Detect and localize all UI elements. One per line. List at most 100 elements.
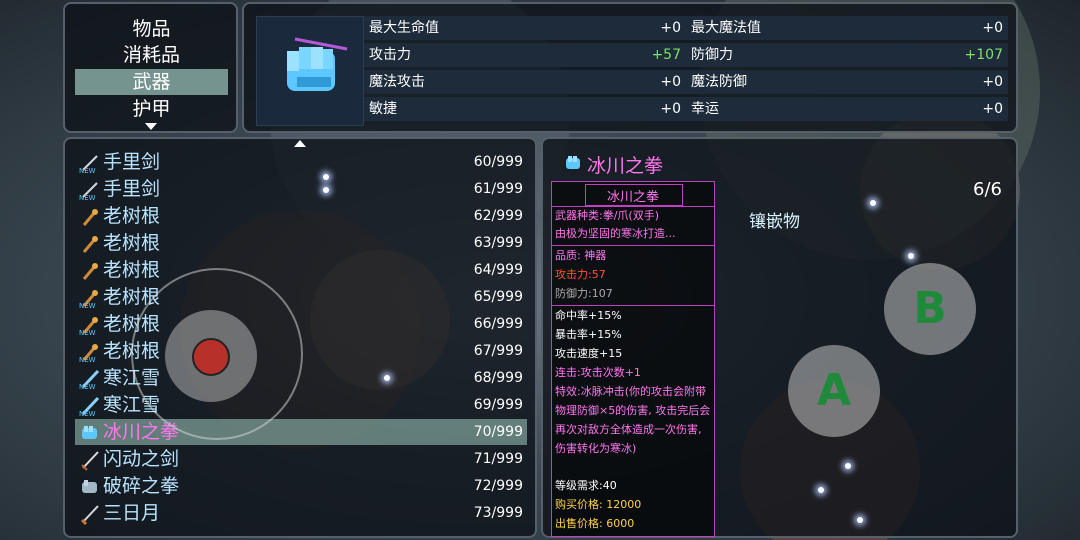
svg-text:NEW: NEW [79, 329, 96, 336]
list-item[interactable]: 冰川之拳 70/999 [75, 419, 527, 445]
item-count: 60/999 [473, 154, 523, 170]
item-count: 67/999 [473, 343, 523, 359]
tooltip-sell-price: 出售价格: 6000 [555, 517, 635, 530]
item-name: 老树根 [103, 232, 161, 254]
svg-text:NEW: NEW [79, 383, 96, 390]
list-item[interactable]: NEW 手里剑 60/999 [75, 149, 527, 175]
item-name: 手里剑 [103, 151, 161, 173]
item-count: 61/999 [473, 181, 523, 197]
socket-count: 6/6 [973, 179, 1002, 200]
tooltip-hit: 命中率+15% [555, 309, 622, 322]
item-name: 闪动之剑 [103, 448, 180, 470]
a-button[interactable]: A [788, 345, 880, 437]
tooltip-combo: 连击:攻击次数+1 [555, 366, 641, 379]
sparkle [857, 517, 863, 523]
tooltip-type: 武器种类:拳/爪(双手) [555, 209, 659, 222]
list-item[interactable]: NEW 老树根 65/999 [75, 284, 527, 310]
stat-attack: 攻击力 +57 [364, 43, 686, 67]
stats-panel: 最大生命值 +0 攻击力 +57 魔法攻击 +0 敏捷 +0 最大魔法值 +0 … [242, 2, 1018, 133]
divider [552, 206, 714, 207]
svg-text:NEW: NEW [79, 410, 96, 417]
shuriken-new-icon: NEW [79, 155, 98, 174]
category-consumables[interactable]: 消耗品 [75, 42, 228, 68]
tooltip-special: 特效:冰脉冲击(你的攻击会附带物理防御×5的伤害, 攻击完后会再次对敌方全体造成… [555, 385, 711, 455]
item-name: 破碎之拳 [103, 475, 180, 497]
list-item[interactable]: 老树根 62/999 [75, 203, 527, 229]
item-count: 63/999 [473, 235, 523, 251]
joystick-knob[interactable] [192, 338, 230, 376]
staff-new-icon: NEW [79, 290, 98, 309]
sparkle [323, 174, 329, 180]
item-count: 71/999 [473, 451, 523, 467]
item-count: 72/999 [473, 478, 523, 494]
tooltip-crit: 暴击率+15% [555, 328, 622, 341]
list-item[interactable]: 闪动之剑 71/999 [75, 446, 527, 472]
sword-new-icon: NEW [79, 396, 100, 417]
tooltip-buy-price: 购买价格: 12000 [555, 498, 642, 511]
item-count: 68/999 [473, 370, 523, 386]
tooltip-desc: 由极为坚固的寒冰打造... [555, 227, 676, 240]
sword-new-icon: NEW [79, 369, 100, 390]
sparkle [323, 187, 329, 193]
category-items[interactable]: 物品 [75, 16, 228, 42]
svg-text:NEW: NEW [79, 167, 96, 174]
item-name: 手里剑 [103, 178, 161, 200]
fist-icon [82, 480, 97, 493]
item-count: 65/999 [473, 289, 523, 305]
scroll-down-icon[interactable] [145, 123, 157, 130]
ice-fist-icon [287, 37, 348, 91]
item-count: 64/999 [473, 262, 523, 278]
item-tooltip: 冰川之拳 武器种类:拳/爪(双手) 由极为坚固的寒冰打造... 品质: 神器 攻… [551, 181, 715, 537]
svg-text:NEW: NEW [79, 302, 96, 309]
tooltip-speed: 攻击速度+15 [555, 347, 623, 360]
item-count: 73/999 [473, 505, 523, 521]
ice-fist-icon [566, 156, 580, 169]
sword-icon [81, 451, 99, 471]
stat-max-mp: 最大魔法值 +0 [686, 16, 1008, 40]
divider [552, 305, 714, 306]
list-item[interactable]: 老树根 64/999 [75, 257, 527, 283]
inlay-label[interactable]: 镶嵌物 [749, 207, 800, 232]
list-item[interactable]: NEW 手里剑 61/999 [75, 176, 527, 202]
item-name: 三日月 [103, 502, 161, 524]
sparkle [818, 487, 824, 493]
shuriken-new-icon: NEW [79, 182, 98, 201]
category-panel: 物品 消耗品 武器 护甲 [63, 2, 238, 133]
list-item[interactable]: 老树根 63/999 [75, 230, 527, 256]
tooltip-quality: 品质: 神器 [555, 249, 607, 262]
stat-agility: 敏捷 +0 [364, 97, 686, 121]
tooltip-level: 等级需求:40 [555, 479, 617, 492]
tooltip-defense: 防御力:107 [555, 287, 613, 300]
divider [552, 245, 714, 246]
svg-text:NEW: NEW [79, 194, 96, 201]
item-name: 老树根 [103, 259, 161, 281]
item-count: 62/999 [473, 208, 523, 224]
stat-magic-attack: 魔法攻击 +0 [364, 70, 686, 94]
tooltip-attack: 攻击力:57 [555, 268, 606, 281]
stat-defense: 防御力 +107 [686, 43, 1008, 67]
detail-title: 冰川之拳 [587, 155, 664, 177]
stat-magic-defense: 魔法防御 +0 [686, 70, 1008, 94]
category-weapons[interactable]: 武器 [75, 69, 228, 95]
sparkle [870, 200, 876, 206]
item-count: 69/999 [473, 397, 523, 413]
ice-fist-icon [82, 426, 97, 439]
item-count: 70/999 [473, 424, 523, 440]
staff-new-icon: NEW [79, 317, 98, 336]
stat-luck: 幸运 +0 [686, 97, 1008, 121]
staff-new-icon: NEW [79, 344, 98, 363]
tooltip-name: 冰川之拳 [606, 190, 659, 205]
category-armor[interactable]: 护甲 [75, 96, 228, 122]
staff-icon [82, 236, 98, 253]
stat-max-hp: 最大生命值 +0 [364, 16, 686, 40]
equipped-item-icon-box [256, 16, 364, 126]
sparkle [908, 253, 914, 259]
list-item[interactable]: 破碎之拳 72/999 [75, 473, 527, 499]
blade-icon [80, 505, 99, 525]
b-button[interactable]: B [884, 263, 976, 355]
scroll-up-icon[interactable] [294, 140, 306, 147]
item-name: 老树根 [103, 205, 161, 227]
list-item[interactable]: 三日月 73/999 [75, 500, 527, 526]
item-count: 66/999 [473, 316, 523, 332]
sparkle [845, 463, 851, 469]
